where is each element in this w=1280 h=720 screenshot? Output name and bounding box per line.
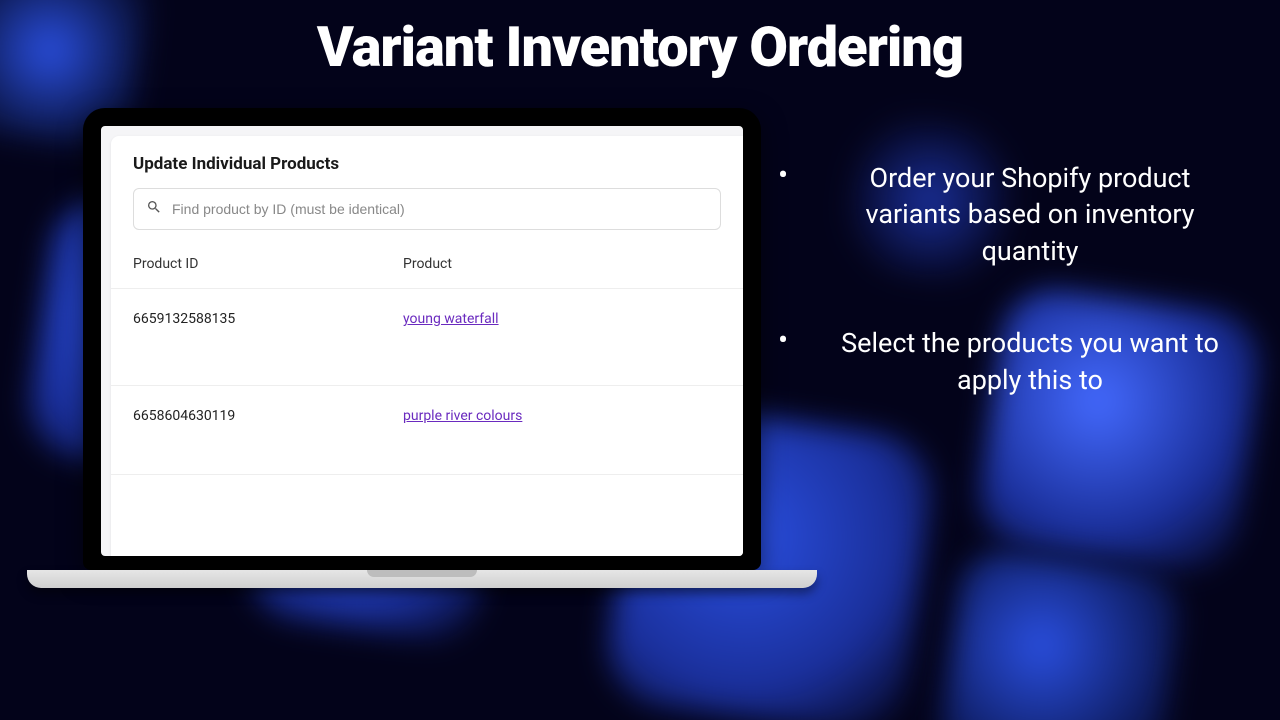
feature-bullets: Order your Shopify product variants base… xyxy=(768,160,1238,454)
bullet-item: Select the products you want to apply th… xyxy=(768,325,1238,398)
cell-product-id: 6659132588135 xyxy=(133,289,403,385)
col-product-id: Product ID xyxy=(133,238,403,288)
table-row: 6659132588135 young waterfall xyxy=(111,289,743,386)
page-title: Variant Inventory Ordering xyxy=(0,14,1280,80)
table-row: 6658604630119 purple river colours xyxy=(111,386,743,475)
bullet-item: Order your Shopify product variants base… xyxy=(768,160,1238,269)
table-header: Product ID Product xyxy=(111,238,743,289)
search-input[interactable] xyxy=(172,201,708,217)
update-products-card: Update Individual Products Product ID Pr… xyxy=(111,136,743,556)
search-icon xyxy=(146,199,172,219)
laptop-mockup: Update Individual Products Product ID Pr… xyxy=(83,108,761,588)
laptop-base xyxy=(27,570,817,588)
product-link[interactable]: purple river colours xyxy=(403,408,522,424)
product-link[interactable]: young waterfall xyxy=(403,311,499,327)
product-search[interactable] xyxy=(133,188,721,230)
products-table: Product ID Product 6659132588135 young w… xyxy=(111,238,743,475)
col-product: Product xyxy=(403,238,721,288)
card-heading: Update Individual Products xyxy=(111,154,743,188)
cell-product-id: 6658604630119 xyxy=(133,386,403,474)
